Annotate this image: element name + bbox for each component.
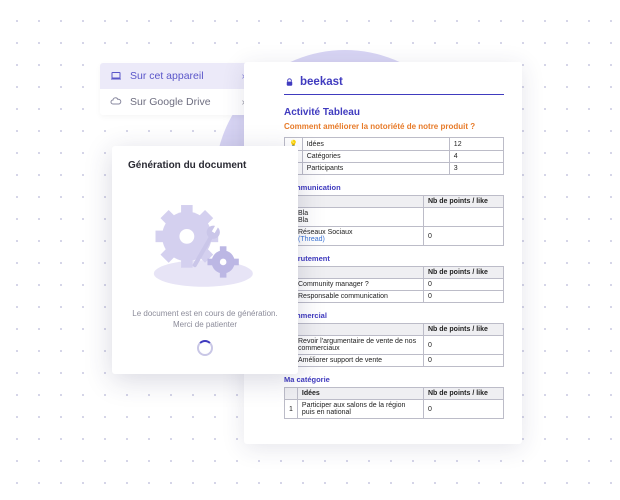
modal-message: Le document est en cours de génération. … — [128, 308, 282, 330]
activity-title: Activité Tableau — [284, 107, 504, 118]
spinner-icon — [197, 340, 213, 356]
table-row: Nb de points / like — [285, 267, 504, 279]
ideas-table: IdéesNb de points / like1Participer aux … — [284, 387, 504, 419]
laptop-icon — [110, 70, 122, 82]
category-heading: Recrutement — [284, 254, 504, 263]
table-row: Nb de points / like — [285, 196, 504, 208]
gear-illustration — [128, 177, 282, 304]
category-heading: Communication — [284, 183, 504, 192]
brand-underline — [284, 94, 504, 95]
export-drive-label: Sur Google Drive — [130, 96, 211, 108]
category-heading: Ma catégorie — [284, 375, 504, 384]
export-on-device[interactable]: Sur cet appareil › — [100, 63, 255, 89]
ideas-table: Nb de points / likeCommunity manager ?0R… — [284, 266, 504, 303]
cloud-icon — [110, 96, 122, 108]
activity-question: Comment améliorer la notoriété de notre … — [284, 122, 504, 131]
brand-header: beekast — [284, 76, 504, 88]
summary-table: 💡Idées12 Catégories4 Participants3 — [284, 137, 504, 175]
table-row: 1Participer aux salons de la région puis… — [285, 400, 504, 419]
modal-title: Génération du document — [128, 160, 282, 171]
table-row: Revoir l'argumentaire de vente de nos co… — [285, 336, 504, 355]
ideas-table: Nb de points / likeRevoir l'argumentaire… — [284, 323, 504, 367]
export-google-drive[interactable]: Sur Google Drive › — [100, 89, 255, 115]
table-row: Community manager ?0 — [285, 279, 504, 291]
ideas-table: Nb de points / likeBla BlaRéseaux Sociau… — [284, 195, 504, 246]
table-row: Participants3 — [285, 163, 504, 175]
thread-link[interactable]: (Thread) — [298, 236, 419, 243]
export-menu: Sur cet appareil › Sur Google Drive › — [100, 63, 255, 115]
table-row: Améliorer support de vente0 — [285, 355, 504, 367]
table-row: Responsable communication0 — [285, 291, 504, 303]
export-device-label: Sur cet appareil — [130, 70, 204, 82]
generating-modal: Génération du document — [112, 146, 298, 374]
table-row: Nb de points / like — [285, 324, 504, 336]
table-row: Catégories4 — [285, 151, 504, 163]
table-row: Bla Bla — [285, 208, 504, 227]
category-heading: Commercial — [284, 311, 504, 320]
table-row: Réseaux Sociaux(Thread)0 — [285, 227, 504, 246]
lock-icon — [284, 77, 295, 88]
table-row: 💡Idées12 — [285, 138, 504, 151]
table-row: IdéesNb de points / like — [285, 388, 504, 400]
brand-name: beekast — [300, 76, 343, 88]
